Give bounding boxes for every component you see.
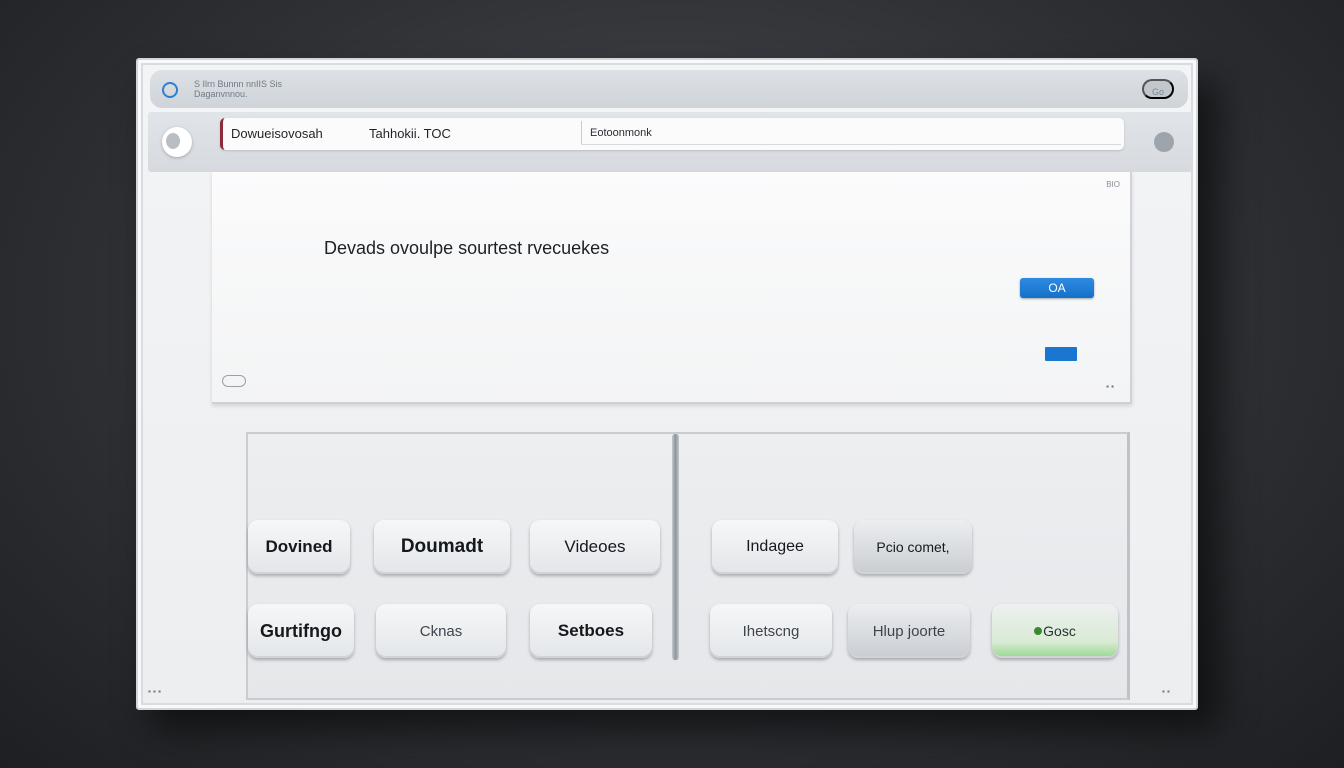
- menu-dot-icon[interactable]: [1154, 132, 1174, 152]
- toolbar: Dowueisovosah Tahhokii. TOC: [148, 112, 1192, 172]
- address-segment-1[interactable]: Dowueisovosah: [231, 126, 323, 141]
- tile-gurtifngo[interactable]: Gurtifngo: [248, 604, 354, 658]
- secondary-button[interactable]: [1045, 347, 1077, 361]
- primary-button[interactable]: OA: [1020, 278, 1094, 298]
- title-bar-button[interactable]: Go: [1142, 79, 1174, 99]
- tile-pcio-comet[interactable]: Pcio comet,: [854, 520, 972, 574]
- app-window: S Ilrn Bunnn nnIIS Sis Daganvnnou. Go Do…: [136, 58, 1198, 710]
- panel-corner-mark: ▪ ▪: [1106, 382, 1114, 391]
- tile-ihetscng[interactable]: Ihetscng: [710, 604, 832, 658]
- tile-dovined[interactable]: Dovined: [248, 520, 350, 574]
- address-bar[interactable]: Dowueisovosah Tahhokii. TOC: [220, 118, 1124, 150]
- status-dot-icon: [1034, 627, 1043, 635]
- content-panel: BIO Devads ovoulpe sourtest rvecuekes OA…: [212, 172, 1132, 404]
- address-segment-2[interactable]: Tahhokii. TOC: [369, 126, 451, 141]
- panel-code: BIO: [1106, 180, 1120, 189]
- tile-hlup-joorte[interactable]: Hlup joorte: [848, 604, 970, 658]
- tile-gosc-label: Gosc: [1043, 623, 1076, 639]
- link-icon[interactable]: [222, 375, 246, 387]
- app-logo-icon: [162, 82, 178, 98]
- tile-doumadt[interactable]: Doumadt: [374, 520, 510, 574]
- window-title: S Ilrn Bunnn nnIIS Sis Daganvnnou.: [194, 79, 283, 99]
- tile-cknas[interactable]: Cknas: [376, 604, 506, 658]
- tile-videoes[interactable]: Videoes: [530, 520, 660, 574]
- footer-left-mark: ▪ ▪ ▪: [148, 687, 161, 696]
- tile-setboes[interactable]: Setboes: [530, 604, 652, 658]
- tile-indagee[interactable]: Indagee: [712, 520, 838, 574]
- grid-divider[interactable]: [672, 434, 679, 660]
- panel-heading: Devads ovoulpe sourtest rvecuekes: [324, 238, 610, 258]
- footer-right-mark: ▪ ▪: [1162, 687, 1170, 696]
- address-input[interactable]: [581, 121, 1121, 145]
- profile-icon[interactable]: [162, 127, 192, 157]
- tile-gosc[interactable]: Gosc: [992, 604, 1118, 658]
- title-bar: S Ilrn Bunnn nnIIS Sis Daganvnnou. Go: [150, 70, 1188, 108]
